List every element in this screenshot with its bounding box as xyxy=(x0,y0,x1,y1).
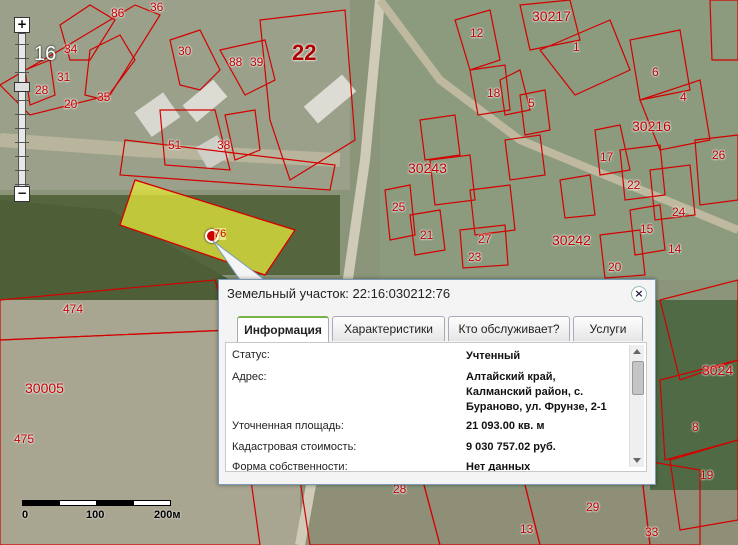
quarter-label: 30005 xyxy=(25,380,64,396)
parcel-label: 88 xyxy=(229,55,243,69)
zoom-in-button[interactable]: + xyxy=(14,17,30,33)
field-label-status: Статус: xyxy=(232,349,270,361)
field-value-cost: 9 030 757.02 руб. xyxy=(466,441,556,453)
parcel-label: 20 xyxy=(64,97,78,111)
parcel-label: 35 xyxy=(97,90,111,104)
parcel-label: 27 xyxy=(478,232,492,246)
parcel-label: 36 xyxy=(150,0,164,14)
popup-pointer xyxy=(212,240,267,281)
scale-label: 0 xyxy=(22,509,29,521)
field-value-ownership: Нет данных xyxy=(466,461,531,472)
parcel-label: 19 xyxy=(700,468,714,482)
parcel-label: 4 xyxy=(680,90,687,104)
parcel-label: 30 xyxy=(178,44,192,58)
parcel-label: 33 xyxy=(645,525,659,539)
parcel-label: 29 xyxy=(586,500,600,514)
parcel-label: 86 xyxy=(111,6,125,20)
parcel-label: 31 xyxy=(57,70,71,84)
parcel-label: 14 xyxy=(668,242,682,256)
close-icon[interactable]: × xyxy=(631,286,647,302)
quarter-label: 30242 xyxy=(552,232,591,248)
quarter-label: 30243 xyxy=(408,160,447,176)
quarter-label: 30217 xyxy=(532,8,571,24)
quarter-label: 30216 xyxy=(632,118,671,134)
zoom-control: + − 16 xyxy=(14,17,56,203)
parcel-label: 13 xyxy=(520,522,534,536)
parcel-label: 8 xyxy=(692,420,699,434)
field-value-area: 21 093.00 кв. м xyxy=(466,420,545,432)
zoom-level: 16 xyxy=(34,43,57,65)
parcel-label: 22 xyxy=(627,178,641,192)
scroll-down-icon[interactable] xyxy=(633,458,641,463)
parcel-label: 6 xyxy=(652,65,659,79)
parcel-label: 18 xyxy=(487,86,501,100)
parcel-label: 28 xyxy=(35,83,49,97)
parcel-label: 24 xyxy=(672,205,686,219)
field-label-area: Уточненная площадь: xyxy=(232,420,344,432)
zoom-slider-handle[interactable] xyxy=(14,82,30,92)
parcel-info-popup: Земельный участок: 22:16:030212:76 × Инф… xyxy=(218,279,656,485)
scroll-thumb[interactable] xyxy=(632,361,644,395)
parcel-label: 15 xyxy=(640,222,654,236)
popup-title: Земельный участок: 22:16:030212:76 xyxy=(227,286,451,301)
tab-characteristics[interactable]: Характеристики xyxy=(332,316,445,341)
tab-info[interactable]: Информация xyxy=(237,316,329,343)
parcel-label: 25 xyxy=(392,200,406,214)
parcel-label: 26 xyxy=(712,148,726,162)
scale-bar: 0 100 200м xyxy=(22,498,182,521)
parcel-label: 23 xyxy=(468,250,482,264)
scale-label: 100 xyxy=(86,509,105,521)
parcel-label: 51 xyxy=(168,138,182,152)
field-value-address: Алтайский край, Калманский район, с. Бур… xyxy=(466,371,607,413)
parcel-label: 39 xyxy=(250,55,264,69)
field-label-cost: Кадастровая стоимость: xyxy=(232,441,357,453)
parcel-label: 17 xyxy=(600,150,614,164)
info-pane: Статус: Учтенный Адрес: Алтайский край, … xyxy=(225,342,647,472)
scroll-up-icon[interactable] xyxy=(633,349,641,354)
field-label-ownership: Форма собственности: xyxy=(232,461,348,472)
quarter-label: 22 xyxy=(292,40,317,65)
parcel-label: 5 xyxy=(528,96,535,110)
scrollbar[interactable] xyxy=(629,345,644,467)
zoom-out-button[interactable]: − xyxy=(14,186,30,202)
field-label-address: Адрес: xyxy=(232,371,267,383)
zoom-slider[interactable] xyxy=(14,33,30,203)
field-value-status: Учтенный xyxy=(466,350,521,362)
scale-label: 200м xyxy=(154,509,181,521)
parcel-label: 34 xyxy=(64,42,78,56)
parcel-label: 38 xyxy=(217,138,231,152)
parcel-label: 20 xyxy=(608,260,622,274)
parcel-label: 21 xyxy=(420,228,434,242)
tab-who-serves[interactable]: Кто обслуживает? xyxy=(448,316,570,341)
parcel-label: 475 xyxy=(14,432,35,446)
parcel-label: 1 xyxy=(573,40,580,54)
parcel-label: 12 xyxy=(470,26,484,40)
tab-services[interactable]: Услуги xyxy=(573,316,643,341)
parcel-label: 474 xyxy=(63,302,84,316)
quarter-label: 3024 xyxy=(702,362,734,378)
